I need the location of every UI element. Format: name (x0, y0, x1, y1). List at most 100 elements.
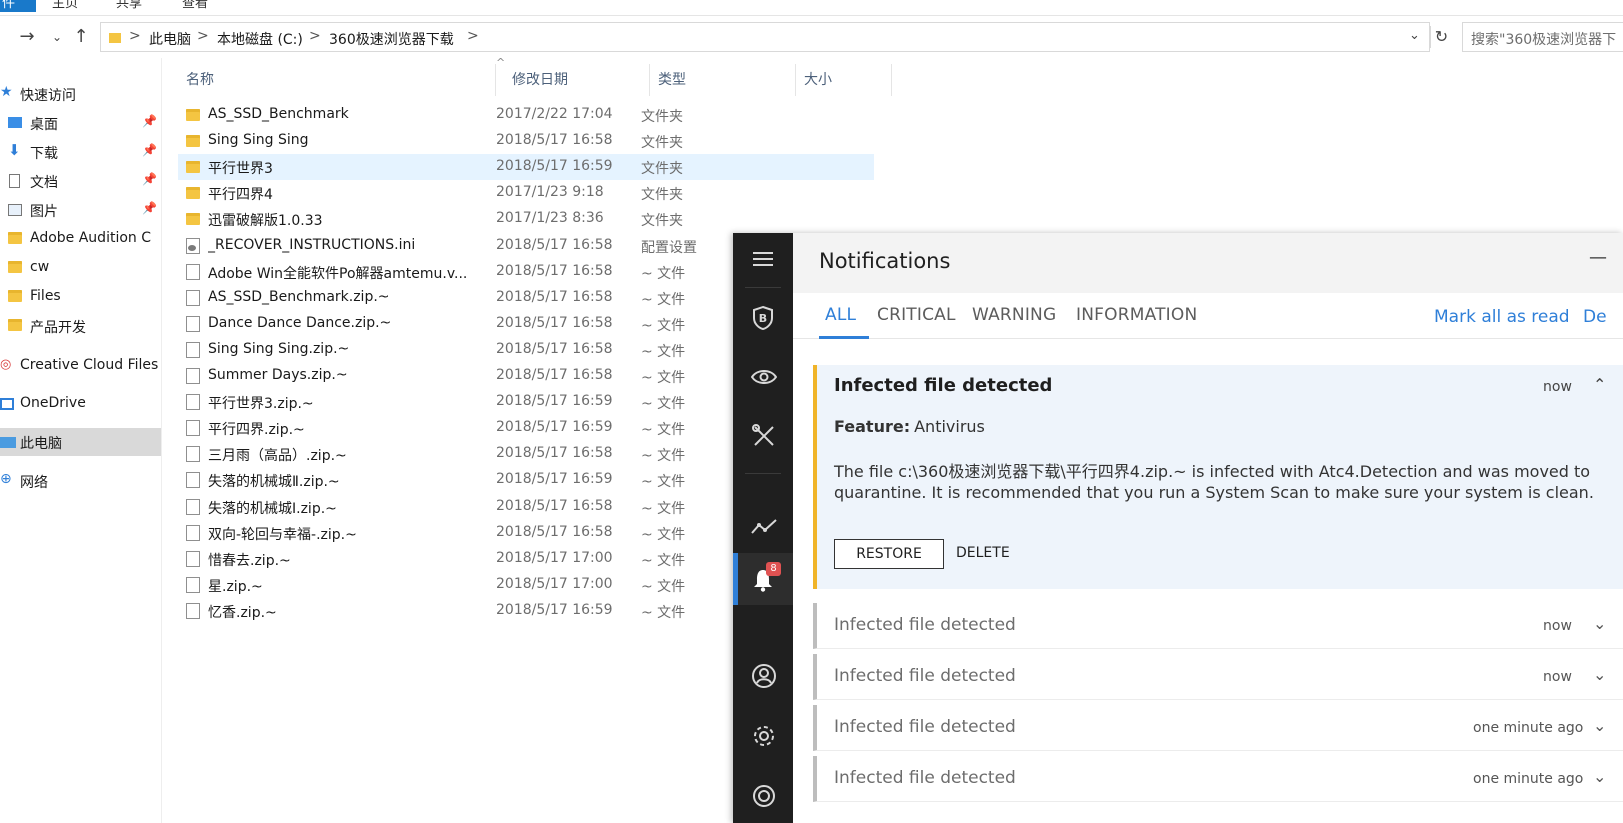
file-row[interactable]: Sing Sing Sing 2018/5/17 16:58 文件夹 (178, 128, 888, 154)
nav-item-creative-cloud[interactable]: ◎ Creative Cloud Files (0, 352, 161, 380)
ribbon-tab-view[interactable]: 查看 (182, 0, 208, 11)
file-row[interactable]: 平行四界4 2017/1/23 9:18 文件夹 (178, 180, 888, 206)
breadcrumb-this-pc[interactable]: 此电脑 (149, 29, 191, 49)
nav-item-onedrive[interactable]: OneDrive (0, 390, 161, 418)
sidebar-support[interactable] (733, 771, 793, 819)
notification-card[interactable]: Infected file detected now ⌄ (813, 603, 1623, 649)
column-header-date[interactable]: 修改日期 (504, 64, 650, 96)
file-name: 三月雨（高品）.zip.~ (208, 448, 347, 465)
notification-card[interactable]: Infected file detected one minute ago ⌄ (813, 756, 1623, 802)
address-dropdown-icon[interactable]: ⌄ (1409, 28, 1420, 43)
nav-item-downloads[interactable]: ⬇ 下载 📌 (0, 138, 161, 166)
restore-button[interactable]: RESTORE (834, 539, 944, 569)
nav-item-label: Creative Cloud Files (20, 357, 159, 373)
notification-card[interactable]: Infected file detected one minute ago ⌄ (813, 705, 1623, 751)
delete-button[interactable]: DELETE (956, 545, 1010, 561)
notification-card[interactable]: Infected file detected now ⌄ (813, 654, 1623, 700)
ribbon-tab-home[interactable]: 主页 (52, 0, 78, 11)
notification-time: now (1543, 379, 1572, 395)
search-input[interactable]: 搜索"360极速浏览器下 (1462, 22, 1623, 52)
file-icon (186, 263, 200, 280)
file-type: 文件夹 (641, 187, 683, 204)
sidebar-settings[interactable] (733, 711, 793, 759)
nav-item-files[interactable]: Files (0, 283, 161, 311)
network-icon: ⊕ (0, 471, 12, 487)
file-date: 2018/5/17 16:58 (496, 132, 613, 149)
sidebar-account[interactable] (733, 651, 793, 699)
tab-all[interactable]: ALL (825, 305, 856, 325)
file-name: 平行世界3.zip.~ (208, 396, 314, 413)
file-row[interactable]: 迅雷破解版1.0.33 2017/1/23 8:36 文件夹 (178, 206, 888, 232)
chevron-down-icon[interactable]: ⌄ (1593, 716, 1606, 735)
file-icon (186, 524, 200, 541)
file-name: Dance Dance Dance.zip.~ (208, 314, 392, 331)
file-date: 2018/5/17 16:58 (496, 445, 613, 462)
breadcrumb-download-folder[interactable]: 360极速浏览器下载 (329, 29, 454, 49)
file-type: ~ 文件 (641, 526, 686, 543)
tab-critical[interactable]: CRITICAL (877, 305, 956, 325)
tab-warning[interactable]: WARNING (972, 305, 1056, 325)
chevron-down-icon[interactable]: ⌄ (1593, 614, 1606, 633)
nav-item-label: 产品开发 (30, 320, 86, 336)
nav-item-desktop[interactable]: 桌面 📌 (0, 109, 161, 137)
notification-card-expanded[interactable]: Infected file detected now ⌃ Feature: Ant… (813, 365, 1623, 589)
ribbon-tab-share[interactable]: 共享 (116, 0, 142, 11)
sidebar-notifications[interactable]: 8 (733, 553, 793, 605)
folder-icon (186, 109, 200, 121)
sidebar-divider (745, 473, 781, 474)
ribbon-file-tab[interactable]: 件 (0, 0, 36, 12)
pin-icon[interactable]: 📌 (142, 114, 157, 128)
pin-icon[interactable]: 📌 (142, 201, 157, 215)
notification-time: one minute ago (1473, 771, 1584, 787)
pin-icon[interactable]: 📌 (142, 143, 157, 157)
minimize-button[interactable]: — (1589, 247, 1607, 268)
file-date: 2018/5/17 16:58 (496, 523, 613, 540)
column-header-name[interactable]: 名称 (178, 64, 496, 96)
forward-arrow-icon[interactable]: → (16, 26, 38, 48)
file-date: 2017/2/22 17:04 (496, 106, 613, 122)
nav-item-pictures[interactable]: 图片 📌 (0, 196, 161, 224)
security-app-window: B 8 Notifications — ALL CRITICAL WARNING… (733, 233, 1623, 823)
chevron-down-icon[interactable]: ⌄ (1593, 767, 1606, 786)
chevron-down-icon[interactable]: ⌄ (1593, 665, 1606, 684)
file-type: ~ 文件 (641, 265, 686, 282)
folder-icon (186, 135, 200, 148)
sidebar-activity[interactable] (733, 503, 793, 551)
menu-button[interactable] (733, 235, 793, 283)
column-header-size[interactable]: 大小 (796, 64, 892, 96)
sidebar-privacy[interactable] (733, 353, 793, 401)
file-row[interactable]: AS_SSD_Benchmark 2017/2/22 17:04 文件夹 (178, 102, 888, 128)
address-box[interactable]: > 此电脑 > 本地磁盘 (C:) > 360极速浏览器下载 > ⌄ (100, 22, 1430, 52)
delete-all-link[interactable]: De (1583, 307, 1607, 327)
file-icon (186, 550, 200, 567)
mark-all-read-link[interactable]: Mark all as read (1434, 307, 1570, 327)
column-header-type[interactable]: 类型 (650, 64, 796, 96)
refresh-icon[interactable]: ↻ (1430, 26, 1452, 48)
file-icon (186, 394, 200, 411)
pin-icon[interactable]: 📌 (142, 172, 157, 186)
file-type: ~ 文件 (641, 500, 686, 517)
sidebar-utilities[interactable] (733, 411, 793, 459)
notification-count-badge: 8 (766, 562, 781, 576)
folder-icon (8, 232, 22, 244)
nav-item-quick-access[interactable]: ★ 快速访问 (0, 80, 161, 108)
up-arrow-icon[interactable]: ↑ (70, 26, 92, 48)
nav-item-product-dev[interactable]: 产品开发 (0, 312, 161, 340)
nav-item-documents[interactable]: 文档 📌 (0, 167, 161, 195)
file-name: AS_SSD_Benchmark.zip.~ (208, 288, 390, 305)
folder-icon (186, 213, 200, 226)
folder-icon (109, 33, 121, 43)
chevron-up-icon[interactable]: ⌃ (1593, 375, 1606, 394)
file-row[interactable]: 平行世界3 2018/5/17 16:59 文件夹 (178, 154, 874, 181)
eye-icon (751, 370, 777, 384)
nav-item-cw[interactable]: cw (0, 254, 161, 282)
recent-locations-chevron-icon[interactable]: ⌄ (46, 26, 68, 48)
sidebar-protection[interactable]: B (733, 293, 793, 341)
nav-item-this-pc[interactable]: 此电脑 (0, 428, 161, 456)
breadcrumb-local-disk[interactable]: 本地磁盘 (C:) (217, 29, 303, 49)
tab-information[interactable]: INFORMATION (1076, 305, 1197, 325)
nav-item-adobe-audition[interactable]: Adobe Audition C (0, 225, 161, 253)
hamburger-icon (753, 252, 773, 266)
nav-item-network[interactable]: ⊕ 网络 (0, 467, 161, 495)
activity-graph-icon (751, 519, 777, 534)
